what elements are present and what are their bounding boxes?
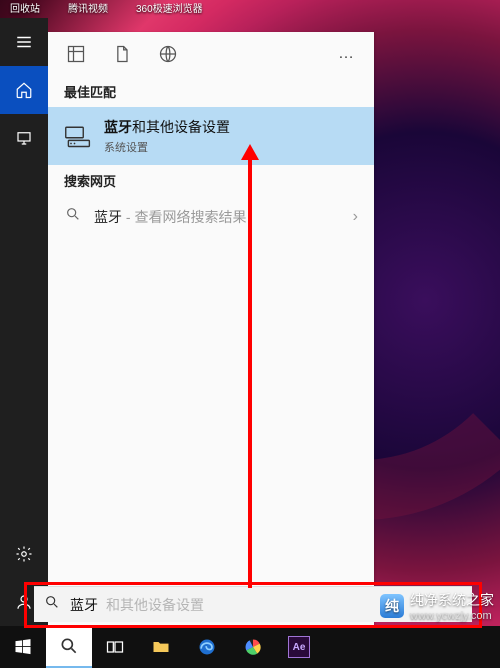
settings-button[interactable] (0, 530, 48, 578)
globe-icon (158, 44, 178, 64)
file-explorer-button[interactable] (138, 626, 184, 668)
desktop-icons-row: 回收站 腾讯视频 360极速浏览器 (10, 0, 490, 18)
apps-icon (66, 44, 86, 64)
hamburger-button[interactable] (0, 18, 48, 66)
desktop-icon-tencent-video[interactable]: 腾讯视频 (68, 0, 108, 18)
search-filter-tabs: … (48, 32, 374, 76)
windows-icon (13, 637, 33, 657)
colorful-circle-icon (243, 637, 263, 657)
best-match-result[interactable]: 蓝牙和其他设备设置 系统设置 (48, 107, 374, 165)
home-icon (15, 81, 33, 99)
after-effects-icon: Ae (288, 636, 310, 658)
watermark: 纯 纯净系统之家 www.ycwzjy.com (380, 590, 494, 622)
bluetooth-settings-icon (64, 122, 92, 150)
watermark-logo-icon: 纯 (380, 594, 404, 618)
filter-apps[interactable] (54, 32, 98, 76)
watermark-url: www.ycwzjy.com (410, 610, 494, 622)
best-match-subtitle: 系统设置 (104, 139, 230, 155)
taskbar: Ae (0, 626, 500, 668)
taskview-icon (105, 637, 125, 657)
search-web-header: 搜索网页 (48, 165, 374, 196)
filter-documents[interactable] (100, 32, 144, 76)
ellipsis-icon: … (338, 45, 354, 63)
edge-browser-button[interactable] (184, 626, 230, 668)
filter-web[interactable] (146, 32, 190, 76)
document-icon (112, 44, 132, 64)
best-match-header: 最佳匹配 (48, 76, 374, 107)
search-results-panel: … 最佳匹配 蓝牙和其他设备设置 系统设置 搜索网页 蓝牙 - 查看网络搜索结果… (48, 32, 374, 626)
gear-icon (15, 545, 33, 563)
desktop-icon-recycle-bin[interactable]: 回收站 (10, 0, 40, 18)
folder-icon (151, 637, 171, 657)
taskbar-search-button[interactable] (46, 626, 92, 668)
hamburger-icon (15, 33, 33, 51)
home-button[interactable] (0, 66, 48, 114)
after-effects-button[interactable]: Ae (276, 626, 322, 668)
start-left-rail (0, 18, 48, 626)
start-button[interactable] (0, 626, 46, 668)
edge-icon (197, 637, 217, 657)
search-icon (59, 636, 79, 656)
search-typed-text: 蓝牙 (70, 595, 98, 615)
search-icon (64, 206, 82, 227)
web-search-result[interactable]: 蓝牙 - 查看网络搜索结果 › (48, 196, 374, 237)
annotation-arrow (248, 156, 252, 588)
search-icon (44, 594, 62, 615)
taskview-button[interactable] (92, 626, 138, 668)
search-suggestion-text: 和其他设备设置 (106, 595, 204, 615)
browser-colorful-button[interactable] (230, 626, 276, 668)
monitor-icon (15, 129, 33, 147)
rail-monitor-button[interactable] (0, 114, 48, 162)
more-options[interactable]: … (324, 32, 368, 76)
chevron-right-icon: › (353, 208, 358, 226)
watermark-text: 纯净系统之家 (410, 590, 494, 610)
account-icon (15, 593, 33, 611)
best-match-title: 蓝牙和其他设备设置 (104, 117, 230, 137)
web-search-text: 蓝牙 - 查看网络搜索结果 (94, 207, 341, 227)
desktop-icon-360-browser[interactable]: 360极速浏览器 (136, 0, 203, 18)
